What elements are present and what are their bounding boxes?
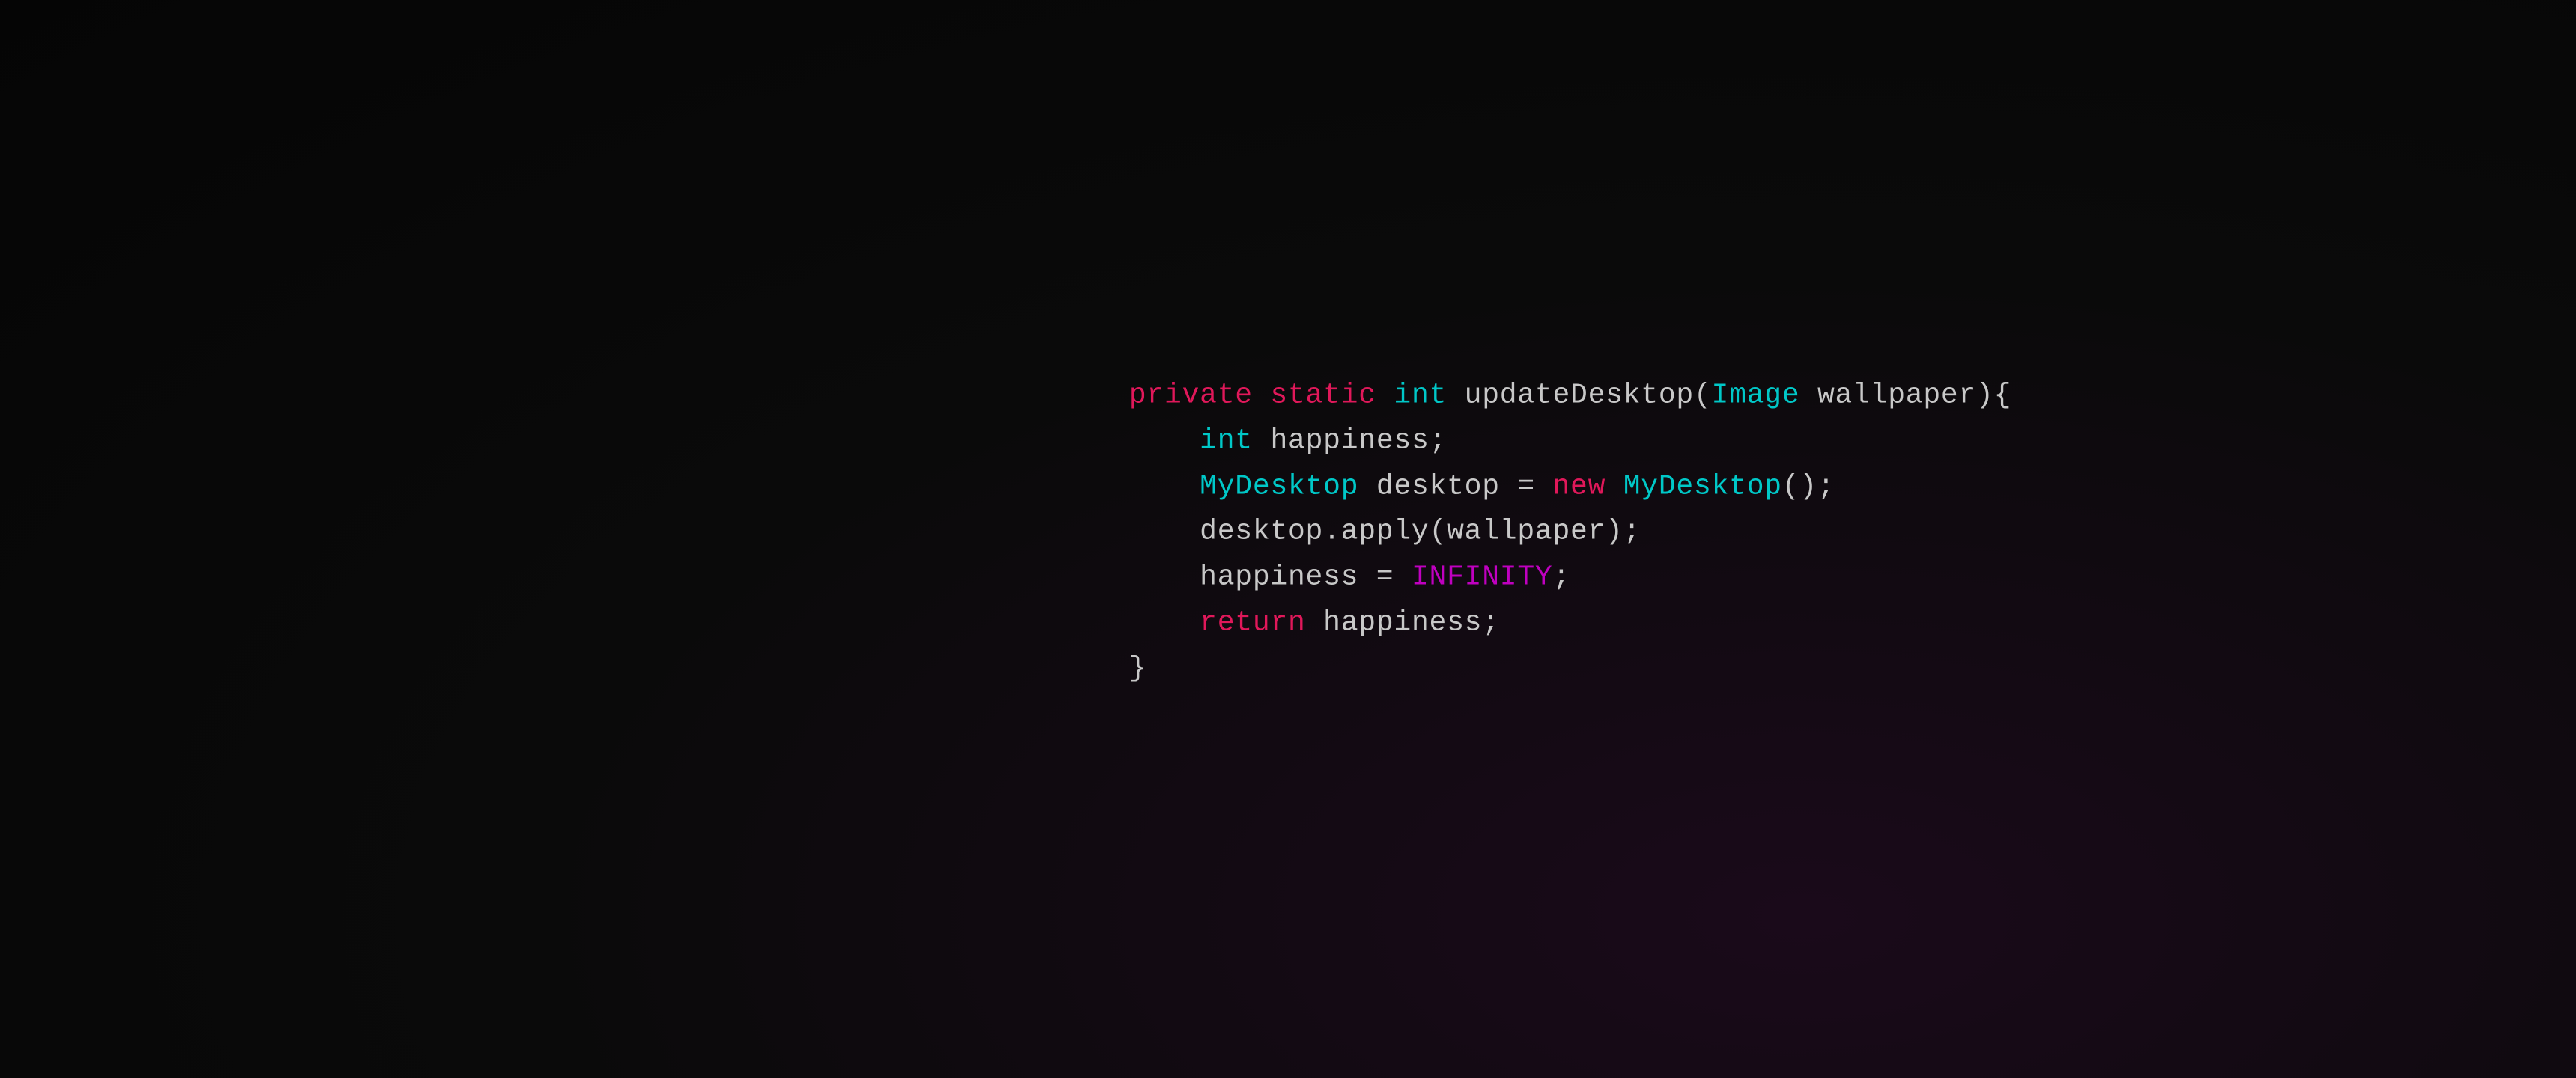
closing-brace: } — [1129, 652, 1147, 684]
desktop-background: private static int updateDesktop(Image w… — [0, 0, 2576, 1078]
var-desktop: desktop = — [1358, 470, 1552, 502]
indent-3 — [1129, 470, 1200, 502]
constructor-call: (); — [1782, 470, 1835, 502]
type-mydesktop-1: MyDesktop — [1200, 470, 1358, 502]
param-wallpaper: wallpaper){ — [1799, 380, 2011, 412]
code-line-4: desktop.apply(wallpaper); — [1129, 510, 2011, 555]
return-happiness: happiness; — [1306, 607, 1500, 639]
keyword-new: new — [1552, 470, 1606, 502]
keyword-int-1: int — [1394, 380, 1447, 412]
semicolon-5: ; — [1552, 561, 1570, 594]
indent-2 — [1129, 424, 1200, 457]
type-mydesktop-2: MyDesktop — [1623, 470, 1782, 502]
code-line-3: MyDesktop desktop = new MyDesktop(); — [1129, 464, 2011, 510]
keyword-private: private static — [1129, 380, 1394, 412]
method-name: updateDesktop( — [1447, 380, 1711, 412]
code-line-5: happiness = INFINITY; — [1129, 555, 2011, 601]
code-line-6: return happiness; — [1129, 601, 2011, 647]
const-infinity: INFINITY — [1412, 561, 1553, 594]
apply-call: desktop.apply(wallpaper); — [1129, 516, 1641, 548]
keyword-int-2: int — [1200, 424, 1253, 457]
happiness-assign: happiness = — [1129, 561, 1412, 594]
code-line-1: private static int updateDesktop(Image w… — [1129, 374, 2011, 419]
code-line-2: int happiness; — [1129, 418, 2011, 464]
code-display: private static int updateDesktop(Image w… — [1129, 374, 2011, 692]
code-line-7: } — [1129, 646, 2011, 692]
space-3 — [1606, 470, 1623, 502]
keyword-return: return — [1200, 607, 1305, 639]
var-happiness-decl: happiness; — [1253, 424, 1447, 457]
type-image: Image — [1712, 380, 1800, 412]
indent-6 — [1129, 607, 1200, 639]
